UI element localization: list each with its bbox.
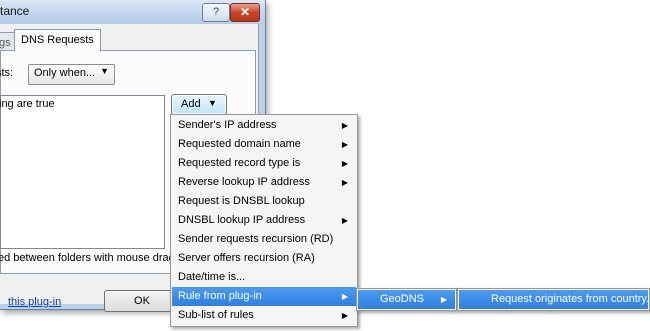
chevron-down-icon: ▼ — [100, 66, 109, 76]
menu-item-reverse-lookup[interactable]: Reverse lookup IP address ▶ — [172, 173, 356, 192]
menu-item-request-originates-country[interactable]: Request originates from country... — [459, 290, 650, 309]
close-button[interactable]: ✕ — [230, 3, 260, 22]
menu-item-label: Sender's IP address — [178, 119, 277, 131]
menu-item-geodns[interactable]: GeoDNS ▶ — [358, 290, 455, 309]
menu-item-label: DNSBL lookup IP address — [178, 214, 306, 226]
menu-item-label: Request is DNSBL lookup — [178, 195, 305, 207]
plugin-submenu: GeoDNS ▶ — [356, 288, 457, 311]
list-item[interactable]: ing are true — [0, 98, 55, 110]
menu-item-dnsbl-lookup[interactable]: Request is DNSBL lookup — [172, 192, 356, 211]
menu-item-label: Reverse lookup IP address — [178, 176, 310, 188]
geodns-submenu: Request originates from country... — [457, 288, 650, 311]
menu-item-label: Request originates from country... — [491, 293, 650, 305]
menu-item-dnsbl-ip[interactable]: DNSBL lookup IP address ▶ — [172, 211, 356, 230]
title-bar[interactable]: stance ? ✕ — [0, 0, 265, 24]
menu-item-label: GeoDNS — [380, 293, 425, 305]
plugin-link[interactable]: this plug-in — [8, 296, 61, 308]
menu-item-label: Requested domain name — [178, 138, 301, 150]
submenu-arrow-icon: ▶ — [341, 292, 348, 301]
add-button-label: Add — [181, 98, 201, 110]
rules-list[interactable]: ing are true — [0, 95, 165, 249]
submenu-arrow-icon: ▶ — [341, 311, 348, 320]
ok-button[interactable]: OK — [104, 290, 180, 312]
menu-item-record-type[interactable]: Requested record type is ▶ — [172, 154, 356, 173]
menu-item-senders-ip[interactable]: Sender's IP address ▶ — [172, 116, 356, 135]
submenu-arrow-icon: ▶ — [341, 178, 348, 187]
menu-item-rule-from-plugin[interactable]: Rule from plug-in ▶ — [172, 287, 356, 306]
submenu-arrow-icon: ▶ — [341, 159, 348, 168]
submenu-arrow-icon: ▶ — [440, 295, 447, 304]
menu-item-label: Sub-list of rules — [178, 309, 254, 321]
menu-item-requested-domain[interactable]: Requested domain name ▶ — [172, 135, 356, 154]
menu-item-recursion-ra[interactable]: Server offers recursion (RA) — [172, 249, 356, 268]
submenu-arrow-icon: ▶ — [341, 140, 348, 149]
window-title: stance — [0, 4, 30, 18]
add-rule-menu: Sender's IP address ▶ Requested domain na… — [170, 114, 358, 327]
tab-dns-requests[interactable]: DNS Requests — [14, 29, 101, 52]
menu-item-label: Requested record type is — [178, 157, 301, 169]
menu-item-sub-list[interactable]: Sub-list of rules ▶ — [172, 306, 356, 325]
chevron-down-icon: ▼ — [208, 98, 217, 108]
menu-item-label: Server offers recursion (RA) — [178, 252, 315, 264]
condition-label: sts: — [0, 67, 14, 79]
add-button[interactable]: Add ▼ — [171, 94, 227, 115]
submenu-arrow-icon: ▶ — [341, 216, 348, 225]
menu-item-label: Sender requests recursion (RD) — [178, 233, 334, 245]
menu-item-label: Date/time is... — [178, 271, 246, 283]
hint-text: ed between folders with mouse drag/dr — [0, 252, 188, 264]
menu-item-label: Rule from plug-in — [178, 290, 262, 302]
menu-item-datetime[interactable]: Date/time is... — [172, 268, 356, 287]
condition-select-value: Only when... — [34, 67, 96, 79]
submenu-arrow-icon: ▶ — [341, 121, 348, 130]
condition-select[interactable]: Only when... ▼ — [28, 64, 115, 85]
menu-item-recursion-rd[interactable]: Sender requests recursion (RD) — [172, 230, 356, 249]
help-button[interactable]: ? — [202, 3, 230, 22]
